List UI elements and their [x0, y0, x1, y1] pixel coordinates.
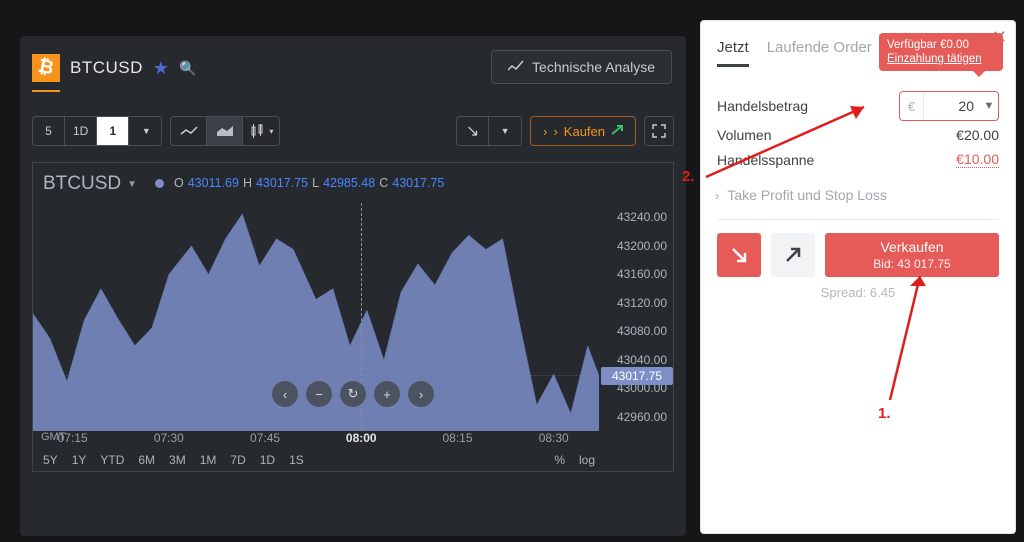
amount-label: Handelsbetrag — [717, 98, 808, 114]
range-3m[interactable]: 3M — [169, 453, 186, 467]
deposit-link[interactable]: Einzahlung tätigen — [887, 53, 995, 65]
range-7d[interactable]: 7D — [230, 453, 245, 467]
toolbar: 5 1D 1 ▼ ▾ ↘ ▼ ›› Kaufen — [32, 114, 674, 148]
zoom-out-icon[interactable]: − — [306, 381, 332, 407]
chevron-right-icon: › — [715, 188, 719, 203]
range-1y[interactable]: 1Y — [72, 453, 87, 467]
y-axis: 43240.00 43200.00 43160.00 43120.00 43080.00… — [599, 203, 673, 431]
ohlc-readout: O 43011.69 H 43017.75 L 42985.48 C 43017… — [155, 176, 444, 190]
range-6m[interactable]: 6M — [138, 453, 155, 467]
nav-dropdown[interactable]: ▼ — [489, 117, 521, 145]
arrow-down-right-icon[interactable]: ↘ — [457, 117, 489, 145]
y-tick: 43240.00 — [617, 210, 667, 224]
y-tick: 42960.00 — [617, 410, 667, 424]
price-tag: 43017.75 — [601, 367, 673, 385]
range-1m[interactable]: 1M — [200, 453, 217, 467]
trade-panel: ✕ Jetzt Laufende Order Verfügbar €0.00 E… — [700, 20, 1016, 534]
chart-nav-controls: ‹ − ↻ + › — [272, 381, 434, 407]
favorite-star-icon[interactable]: ★ — [153, 58, 169, 79]
currency-icon: € — [900, 92, 924, 120]
tab-pending[interactable]: Laufende Order — [767, 39, 872, 67]
nav-dropdown-group: ↘ ▼ — [456, 116, 522, 146]
buy-direction-icon[interactable] — [771, 233, 815, 277]
sell-direction-icon[interactable] — [717, 233, 761, 277]
sell-button[interactable]: Verkaufen Bid: 43 017.75 — [825, 233, 999, 277]
sell-label: Verkaufen — [880, 239, 943, 255]
x-tick: 07:15 — [58, 431, 88, 445]
trade-tabs: Jetzt Laufende Order — [717, 39, 872, 67]
ticker: ₿ BTCUSD ★ 🔍 — [32, 54, 196, 82]
range-log[interactable]: log — [579, 453, 595, 467]
range-5y[interactable]: 5Y — [43, 453, 58, 467]
volume-label: Volumen — [717, 127, 771, 143]
available-tooltip: Verfügbar €0.00 Einzahlung tätigen — [879, 33, 1003, 71]
x-tick: 08:00 — [346, 431, 377, 445]
tf-1[interactable]: 1 — [97, 117, 129, 145]
y-tick: 43120.00 — [617, 296, 667, 310]
y-tick: 43040.00 — [617, 353, 667, 367]
amount-dropdown-icon[interactable]: ▼ — [980, 100, 998, 112]
direction-row: Verkaufen Bid: 43 017.75 — [717, 233, 999, 277]
x-tick: 07:30 — [154, 431, 184, 445]
x-tick: 08:15 — [442, 431, 472, 445]
chart-header: ₿ BTCUSD ★ 🔍 Technische Analyse — [20, 36, 686, 100]
reset-icon[interactable]: ↻ — [340, 381, 366, 407]
y-tick: 43200.00 — [617, 239, 667, 253]
technical-analysis-button[interactable]: Technische Analyse — [491, 50, 672, 84]
chart-title[interactable]: BTCUSD▼ — [43, 173, 137, 195]
range-1d[interactable]: 1D — [260, 453, 275, 467]
zoom-in-icon[interactable]: + — [374, 381, 400, 407]
tf-1d[interactable]: 1D — [65, 117, 97, 145]
chart-style-group: ▾ — [170, 116, 280, 146]
chart-right-icon[interactable]: › — [408, 381, 434, 407]
area-style-icon[interactable] — [207, 117, 243, 145]
range-ytd[interactable]: YTD — [100, 453, 124, 467]
annotation-2: 2. — [682, 168, 695, 185]
chart-panel: ₿ BTCUSD ★ 🔍 Technische Analyse 5 1D 1 ▼… — [20, 36, 686, 536]
tf-5[interactable]: 5 — [33, 117, 65, 145]
volume-value: €20.00 — [956, 127, 999, 143]
candle-style-icon[interactable]: ▾ — [243, 117, 279, 145]
chart-area: BTCUSD▼ O 43011.69 H 43017.75 L 42985.48… — [32, 162, 674, 472]
ticker-symbol: BTCUSD — [70, 58, 143, 78]
range-1s[interactable]: 1S — [289, 453, 304, 467]
tab-now[interactable]: Jetzt — [717, 39, 749, 67]
spread-value: €10.00 — [956, 151, 999, 168]
range-%[interactable]: % — [554, 453, 565, 467]
buy-button[interactable]: ›› Kaufen — [530, 116, 636, 146]
spread-line: Spread: 6.45 — [701, 285, 1015, 300]
amount-input[interactable]: € 20 ▼ — [899, 91, 999, 121]
x-tick: 08:30 — [539, 431, 569, 445]
range-selector: 5Y 1Y YTD 6M 3M 1M 7D 1D 1S% log — [43, 453, 599, 467]
y-tick: 43160.00 — [617, 267, 667, 281]
y-tick: 43080.00 — [617, 324, 667, 338]
tp-sl-toggle[interactable]: › Take Profit und Stop Loss — [715, 187, 887, 203]
line-style-icon[interactable] — [171, 117, 207, 145]
tf-dropdown[interactable]: ▼ — [129, 117, 161, 145]
amount-value: 20 — [924, 98, 980, 114]
bitcoin-icon: ₿ — [32, 54, 60, 82]
buy-label: Kaufen — [564, 124, 605, 139]
annotation-1: 1. — [878, 405, 891, 422]
sell-bid: Bid: 43 017.75 — [873, 257, 950, 271]
chart-left-icon[interactable]: ‹ — [272, 381, 298, 407]
available-title: Verfügbar €0.00 — [887, 39, 995, 51]
x-tick: 07:45 — [250, 431, 280, 445]
x-axis: GMT 07:1507:3007:4508:0008:1508:30 — [33, 431, 599, 449]
expand-icon[interactable] — [644, 116, 674, 146]
search-icon[interactable]: 🔍 — [179, 60, 196, 77]
spread-label: Handelsspanne — [717, 152, 814, 168]
timeframe-group: 5 1D 1 ▼ — [32, 116, 162, 146]
technical-analysis-label: Technische Analyse — [532, 59, 655, 75]
